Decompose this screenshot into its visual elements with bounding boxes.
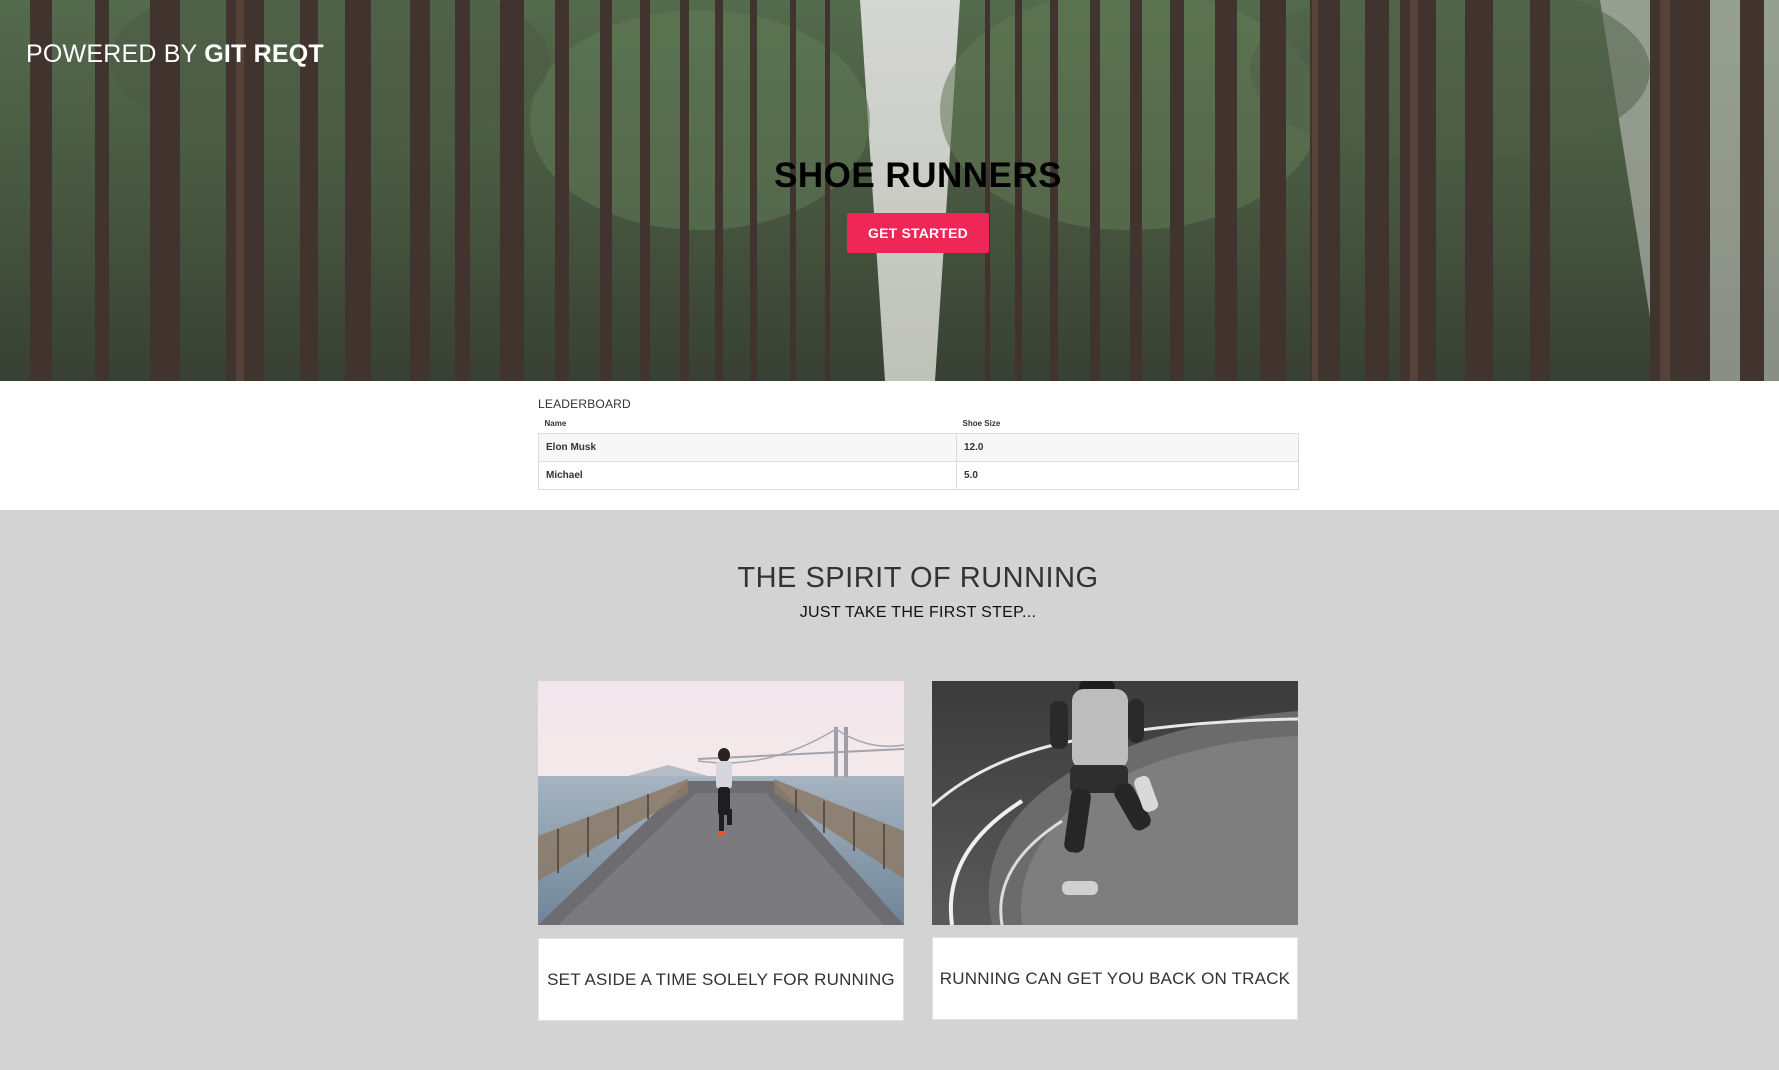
card-caption-set-aside-time: SET ASIDE A TIME SOLELY FOR RUNNING (538, 938, 904, 1021)
get-started-button[interactable]: GET STARTED (847, 213, 989, 253)
cell-shoe-size: 12.0 (956, 433, 1299, 462)
card-caption-text: SET ASIDE A TIME SOLELY FOR RUNNING (547, 969, 895, 989)
section-subtitle: JUST TAKE THE FIRST STEP... (799, 604, 1037, 621)
card-caption-back-on-track: RUNNING CAN GET YOU BACK ON TRACK (932, 937, 1298, 1020)
brand-name: GIT REQT (204, 40, 324, 68)
cell-name: Elon Musk (538, 433, 957, 462)
card-caption-text: RUNNING CAN GET YOU BACK ON TRACK (939, 968, 1291, 988)
table-row: Elon Musk 12.0 (538, 433, 1299, 462)
leaderboard-title: LEADERBOARD (538, 397, 631, 411)
brand-logo: POWERED BY GIT REQT (26, 40, 324, 69)
hero-title: SHOE RUNNERS (774, 156, 1062, 195)
column-header-name: Name (544, 419, 567, 428)
brand-prefix: POWERED BY (26, 40, 198, 68)
cell-name: Michael (538, 461, 957, 490)
hero-banner: POWERED BY GIT REQT SHOE RUNNERS GET STA… (0, 0, 1779, 381)
table-header-row: Name Shoe Size (539, 414, 1299, 434)
cell-shoe-size: 5.0 (956, 461, 1299, 490)
section-title: THE SPIRIT OF RUNNING (737, 562, 1099, 594)
column-header-shoe-size: Shoe Size (962, 419, 1001, 428)
leaderboard-table: Name Shoe Size Elon Musk 12.0 Michael 5.… (538, 414, 1299, 490)
card-image-track-runner (932, 681, 1298, 925)
table-row: Michael 5.0 (538, 461, 1299, 490)
leaderboard-section: LEADERBOARD Name Shoe Size Elon Musk 12.… (0, 381, 1779, 510)
card-image-pier-runner (538, 681, 904, 925)
